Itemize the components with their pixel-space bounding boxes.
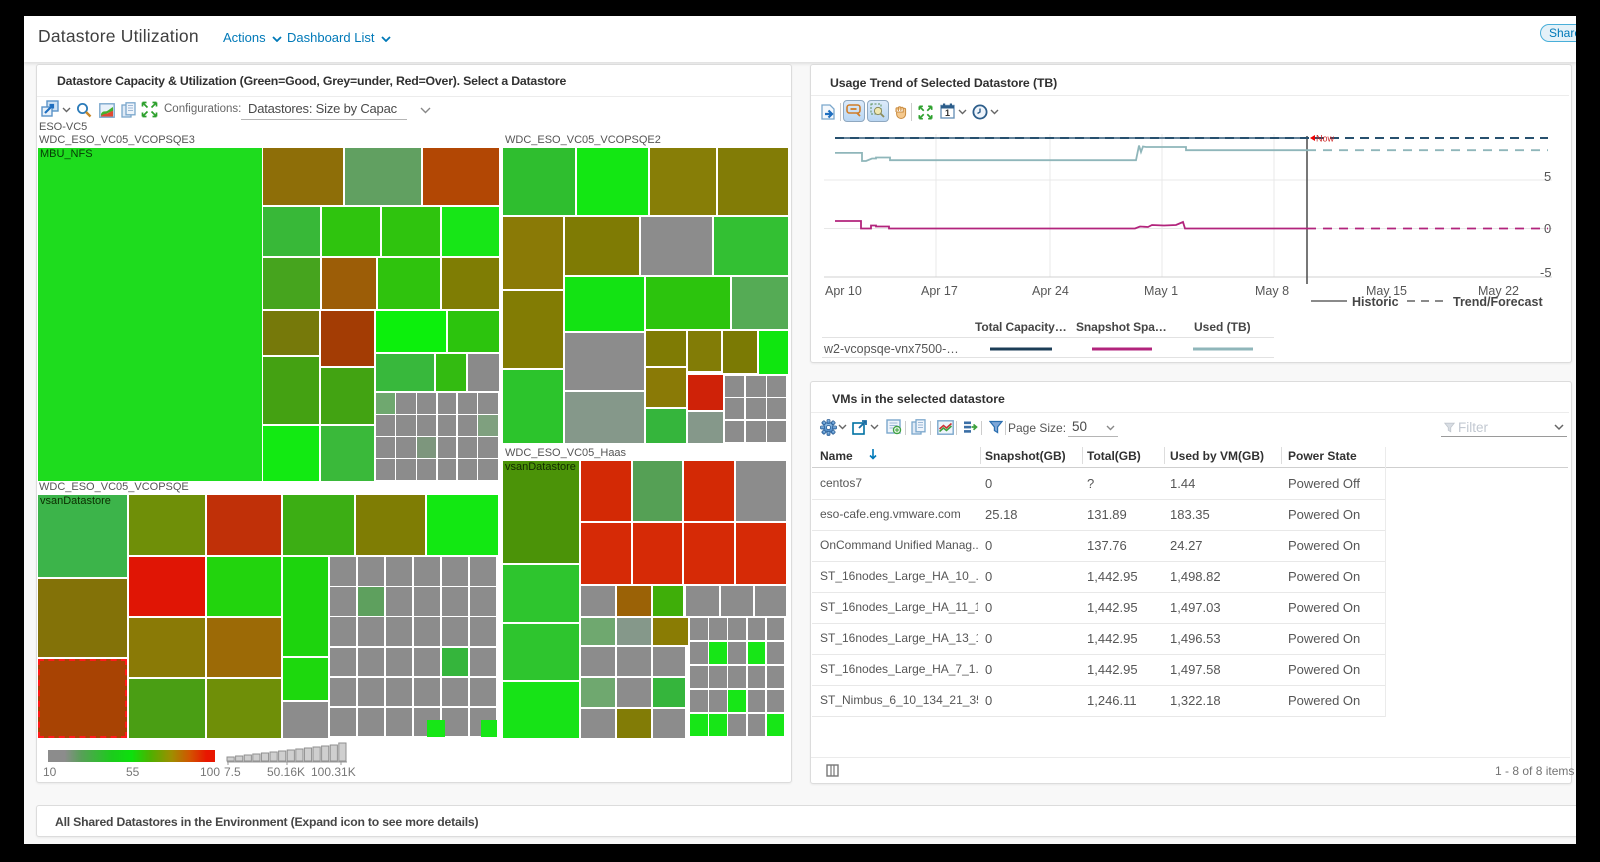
svg-text:Now: Now	[1316, 134, 1335, 144]
svg-text:1: 1	[945, 108, 950, 118]
